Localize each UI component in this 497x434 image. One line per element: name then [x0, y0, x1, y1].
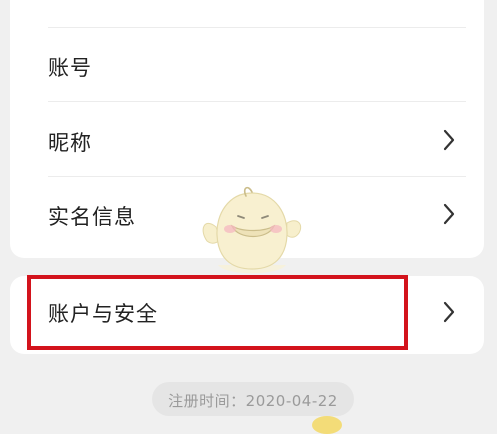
- nickname-label: 昵称: [48, 131, 92, 155]
- account-row[interactable]: 账号: [10, 28, 484, 101]
- register-time-text: 注册时间：2020-04-22: [168, 392, 338, 410]
- highlight-box: [27, 275, 408, 350]
- chevron-right-icon: [440, 202, 458, 226]
- account-label: 账号: [48, 56, 92, 80]
- chevron-right-icon: [440, 128, 458, 152]
- realname-label: 实名信息: [48, 205, 136, 229]
- register-time-badge: 注册时间：2020-04-22: [152, 382, 354, 416]
- chevron-right-icon: [440, 300, 458, 324]
- nickname-row[interactable]: 昵称: [10, 102, 484, 175]
- mascot-sticker: [196, 183, 308, 281]
- partial-sticker: [312, 416, 342, 434]
